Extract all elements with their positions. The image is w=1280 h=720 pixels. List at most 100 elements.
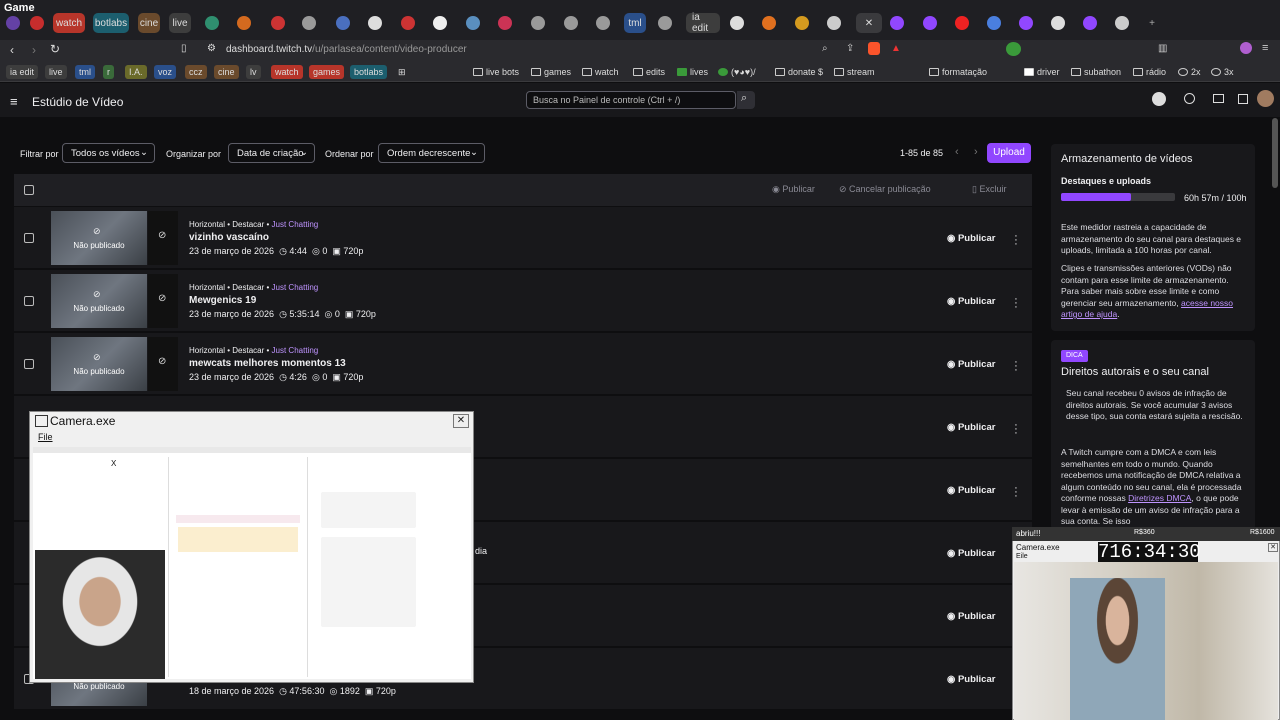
- browser-app-icon[interactable]: [6, 13, 20, 33]
- page-scrollbar[interactable]: [1272, 118, 1278, 188]
- bookmark-folder-lives[interactable]: lives: [677, 65, 708, 79]
- zoom-icon[interactable]: ⌕: [822, 43, 828, 54]
- bookmark-group[interactable]: I.A.: [125, 65, 147, 79]
- video-thumbnail[interactable]: [51, 274, 147, 328]
- bulk-cancel-publish-button[interactable]: ⊘ Cancelar publicação: [839, 184, 931, 195]
- bookmark-folder-subathon[interactable]: subathon: [1071, 65, 1121, 79]
- tab-group-watch[interactable]: watch: [53, 13, 85, 33]
- bookmark-folder-stream[interactable]: stream: [834, 65, 875, 79]
- tab-icon[interactable]: [336, 13, 350, 33]
- tab-icon[interactable]: [955, 13, 969, 33]
- tab-icon[interactable]: [923, 13, 937, 33]
- back-icon[interactable]: ‹: [10, 43, 14, 57]
- whispers-icon[interactable]: [1238, 94, 1248, 104]
- bookmark-2x[interactable]: 2x: [1178, 65, 1201, 79]
- tab-icon[interactable]: [1019, 13, 1033, 33]
- share-icon[interactable]: ⇪: [846, 43, 854, 54]
- row-checkbox[interactable]: [24, 359, 34, 369]
- tab-icon[interactable]: [368, 13, 382, 33]
- url-field[interactable]: dashboard.twitch.tv/u/parlasea/content/v…: [226, 44, 467, 55]
- tab-icon[interactable]: [564, 13, 578, 33]
- tab-icon[interactable]: [1083, 13, 1097, 33]
- publish-button[interactable]: ◉ Publicar: [947, 422, 995, 433]
- bookmark-folder-watch[interactable]: watch: [582, 65, 619, 79]
- menu-icon[interactable]: ≡: [1262, 42, 1268, 54]
- forward-icon[interactable]: ›: [32, 43, 36, 57]
- dashboard-search-input[interactable]: Busca no Painel de controle (Ctrl + /): [526, 91, 736, 109]
- tab-icon[interactable]: [271, 13, 285, 33]
- tab-icon[interactable]: [890, 13, 904, 33]
- file-menu[interactable]: File: [38, 432, 53, 442]
- order-select[interactable]: Ordem decrescente ⌄: [378, 143, 485, 163]
- avatar[interactable]: [1257, 90, 1274, 107]
- tab-icon[interactable]: [762, 13, 776, 33]
- bookmark-group[interactable]: voz: [154, 65, 177, 79]
- bookmark-group[interactable]: games: [309, 65, 345, 79]
- row-checkbox[interactable]: [24, 296, 34, 306]
- tab-icon[interactable]: [401, 13, 415, 33]
- inbox-icon[interactable]: [1213, 94, 1224, 103]
- video-title[interactable]: vizinho vascaíno: [189, 232, 269, 243]
- more-options-icon[interactable]: · · ·: [1014, 231, 1018, 250]
- dmca-guidelines-link[interactable]: Diretrizes DMCA: [1128, 493, 1191, 503]
- organize-select[interactable]: Data de criação ⌄: [228, 143, 315, 163]
- bookmark-kaomoji[interactable]: (♥◕♥)/: [718, 65, 756, 79]
- bookmark-group[interactable]: ccz: [185, 65, 207, 79]
- active-tab-close-icon[interactable]: ✕: [856, 13, 882, 33]
- bookmark-folder-radio[interactable]: rádio: [1133, 65, 1166, 79]
- tab-icon[interactable]: [1115, 13, 1129, 33]
- bulk-delete-button[interactable]: ▯ Excluir: [972, 184, 1006, 195]
- tab-icon[interactable]: [1051, 13, 1065, 33]
- video-thumbnail[interactable]: [51, 337, 147, 391]
- reload-icon[interactable]: ↻: [50, 42, 60, 56]
- tab-group-botlabs[interactable]: botlabs: [93, 13, 129, 33]
- tab-icon[interactable]: [730, 13, 744, 33]
- tab-icon[interactable]: [30, 13, 44, 33]
- bookmark-folder-games[interactable]: games: [531, 65, 571, 79]
- bookmark-group[interactable]: tml: [75, 65, 95, 79]
- video-thumbnail[interactable]: [51, 211, 147, 265]
- tab-group-tml[interactable]: tml: [624, 13, 646, 33]
- profile-icon[interactable]: [1240, 42, 1252, 54]
- apps-grid-icon[interactable]: ⊞: [398, 65, 406, 79]
- bookmark-folder-live-bots[interactable]: live bots: [473, 65, 519, 79]
- bookmark-folder-formatacao[interactable]: formatação: [929, 65, 987, 79]
- upload-button[interactable]: Upload: [987, 143, 1031, 163]
- publish-button[interactable]: ◉ Publicar: [947, 674, 995, 685]
- more-options-icon[interactable]: · · ·: [1014, 483, 1018, 502]
- tab-icon[interactable]: [827, 13, 841, 33]
- next-page-icon[interactable]: ›: [974, 146, 978, 158]
- brave-shield-icon[interactable]: [868, 42, 880, 55]
- bookmark-driver[interactable]: driver: [1024, 65, 1060, 79]
- bookmark-group[interactable]: watch: [271, 65, 303, 79]
- tab-icon[interactable]: [658, 13, 672, 33]
- video-title[interactable]: Mewgenics 19: [189, 295, 256, 306]
- more-options-icon[interactable]: · · ·: [1014, 294, 1018, 313]
- publish-button[interactable]: ◉ Publicar: [947, 233, 995, 244]
- more-options-icon[interactable]: · · ·: [1014, 420, 1018, 439]
- tab-icon[interactable]: [498, 13, 512, 33]
- publish-button[interactable]: ◉ Publicar: [947, 485, 995, 496]
- more-options-icon[interactable]: · · ·: [1014, 357, 1018, 376]
- search-button[interactable]: ⌕: [737, 91, 755, 109]
- bookmark-group[interactable]: r: [103, 65, 114, 79]
- tab-icon[interactable]: [987, 13, 1001, 33]
- close-icon[interactable]: ✕: [453, 414, 469, 428]
- publish-button[interactable]: ◉ Publicar: [947, 296, 995, 307]
- publish-button[interactable]: ◉ Publicar: [947, 359, 995, 370]
- bookmark-3x[interactable]: 3x: [1211, 65, 1234, 79]
- sidebar-toggle-icon[interactable]: ▥: [1158, 43, 1167, 54]
- tab-icon[interactable]: [466, 13, 480, 33]
- tab-icon[interactable]: [302, 13, 316, 33]
- bookmark-group[interactable]: lv: [246, 65, 261, 79]
- video-title[interactable]: mewcats melhores momentos 13: [189, 358, 346, 369]
- tab-group-cine[interactable]: cine: [138, 13, 160, 33]
- row-checkbox[interactable]: [24, 233, 34, 243]
- publish-button[interactable]: ◉ Publicar: [947, 611, 995, 622]
- tab-icon[interactable]: [205, 13, 219, 33]
- bookmark-folder-edits[interactable]: edits: [633, 65, 665, 79]
- extension-badge-icon[interactable]: [1006, 42, 1021, 56]
- bulk-publish-button[interactable]: ◉ Publicar: [772, 184, 815, 195]
- rewards-icon[interactable]: ▲: [891, 43, 901, 54]
- bookmark-group[interactable]: ia edit: [6, 65, 39, 79]
